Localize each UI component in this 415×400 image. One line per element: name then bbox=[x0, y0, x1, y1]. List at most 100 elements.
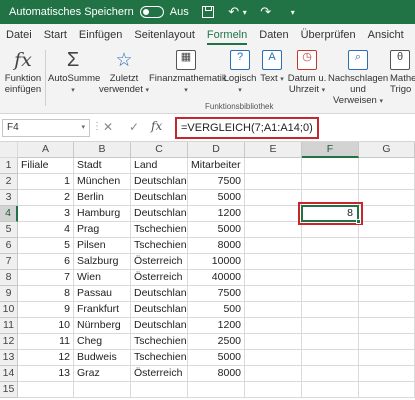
cell-c9[interactable]: Deutschland bbox=[131, 286, 188, 302]
cell-c7[interactable]: Österreich bbox=[131, 254, 188, 270]
redo-icon[interactable]: ↷ bbox=[259, 5, 273, 19]
enter-icon[interactable]: ✓ bbox=[129, 120, 139, 134]
row-header-14[interactable]: 14 bbox=[0, 366, 18, 382]
cell-f12[interactable] bbox=[302, 334, 359, 350]
column-header-b[interactable]: B bbox=[74, 142, 131, 158]
row-header-3[interactable]: 3 bbox=[0, 190, 18, 206]
cell-c1[interactable]: Land bbox=[131, 158, 188, 174]
column-header-e[interactable]: E bbox=[245, 142, 302, 158]
cell-e1[interactable] bbox=[245, 158, 302, 174]
cell-d11[interactable]: 1200 bbox=[188, 318, 245, 334]
datetime-button[interactable]: ◷ Datum u. Uhrzeit ▾ bbox=[287, 48, 327, 96]
cell-f13[interactable] bbox=[302, 350, 359, 366]
cell-c10[interactable]: Deutschland bbox=[131, 302, 188, 318]
select-all-corner[interactable] bbox=[0, 142, 18, 158]
cell-c15[interactable] bbox=[131, 382, 188, 398]
name-box-dropdown-icon[interactable]: ▾ bbox=[81, 123, 85, 131]
row-header-4[interactable]: 4 bbox=[0, 206, 18, 222]
cell-e14[interactable] bbox=[245, 366, 302, 382]
more-icon[interactable]: ⋮ bbox=[92, 121, 102, 132]
cell-d10[interactable]: 500 bbox=[188, 302, 245, 318]
cell-a5[interactable]: 4 bbox=[18, 222, 74, 238]
row-header-15[interactable]: 15 bbox=[0, 382, 18, 398]
cell-e7[interactable] bbox=[245, 254, 302, 270]
undo-dropdown-icon[interactable]: ▾ bbox=[243, 8, 247, 17]
row-header-2[interactable]: 2 bbox=[0, 174, 18, 190]
autosum-button[interactable]: Σ AutoSumme ▾ bbox=[48, 48, 100, 96]
cell-a1[interactable]: Filiale bbox=[18, 158, 74, 174]
math-button[interactable]: θ Mathe Trigo bbox=[390, 48, 415, 95]
row-header-13[interactable]: 13 bbox=[0, 350, 18, 366]
formula-input[interactable]: =VERGLEICH(7;A1:A14;0) bbox=[175, 117, 319, 139]
cell-d3[interactable]: 5000 bbox=[188, 190, 245, 206]
cell-a10[interactable]: 9 bbox=[18, 302, 74, 318]
cell-g12[interactable] bbox=[359, 334, 415, 350]
tab-überprüfen[interactable]: Überprüfen bbox=[295, 29, 362, 46]
cell-f14[interactable] bbox=[302, 366, 359, 382]
cell-b8[interactable]: Wien bbox=[74, 270, 131, 286]
name-box[interactable]: F4 ▾ bbox=[2, 119, 90, 137]
tab-h[interactable]: H bbox=[410, 29, 415, 46]
cell-g1[interactable] bbox=[359, 158, 415, 174]
tab-einfügen[interactable]: Einfügen bbox=[73, 29, 128, 46]
cell-e3[interactable] bbox=[245, 190, 302, 206]
cell-d12[interactable]: 2500 bbox=[188, 334, 245, 350]
cell-d6[interactable]: 8000 bbox=[188, 238, 245, 254]
column-header-a[interactable]: A bbox=[18, 142, 74, 158]
cancel-icon[interactable]: ✕ bbox=[103, 120, 113, 134]
cell-e8[interactable] bbox=[245, 270, 302, 286]
cell-c6[interactable]: Tschechien bbox=[131, 238, 188, 254]
cell-e15[interactable] bbox=[245, 382, 302, 398]
text-button[interactable]: A Text ▾ bbox=[259, 48, 285, 85]
cell-c12[interactable]: Tschechien bbox=[131, 334, 188, 350]
cell-a4[interactable]: 3 bbox=[18, 206, 74, 222]
row-header-10[interactable]: 10 bbox=[0, 302, 18, 318]
cell-g11[interactable] bbox=[359, 318, 415, 334]
column-header-c[interactable]: C bbox=[131, 142, 188, 158]
cell-b12[interactable]: Cheg bbox=[74, 334, 131, 350]
cell-a7[interactable]: 6 bbox=[18, 254, 74, 270]
cell-d15[interactable] bbox=[188, 382, 245, 398]
cell-e11[interactable] bbox=[245, 318, 302, 334]
cell-g15[interactable] bbox=[359, 382, 415, 398]
insert-function-icon[interactable]: fx bbox=[151, 119, 162, 133]
row-header-6[interactable]: 6 bbox=[0, 238, 18, 254]
cell-d9[interactable]: 7500 bbox=[188, 286, 245, 302]
cell-a15[interactable] bbox=[18, 382, 74, 398]
recent-button[interactable]: ☆ Zuletzt verwendet ▾ bbox=[99, 48, 149, 96]
row-header-1[interactable]: 1 bbox=[0, 158, 18, 174]
cell-b1[interactable]: Stadt bbox=[74, 158, 131, 174]
cell-b4[interactable]: Hamburg bbox=[74, 206, 131, 222]
row-header-8[interactable]: 8 bbox=[0, 270, 18, 286]
cell-a12[interactable]: 11 bbox=[18, 334, 74, 350]
cell-b10[interactable]: Frankfurt bbox=[74, 302, 131, 318]
cell-c8[interactable]: Österreich bbox=[131, 270, 188, 286]
cell-a2[interactable]: 1 bbox=[18, 174, 74, 190]
cell-c5[interactable]: Tschechien bbox=[131, 222, 188, 238]
cell-e5[interactable] bbox=[245, 222, 302, 238]
cell-c3[interactable]: Deutschland bbox=[131, 190, 188, 206]
cell-f8[interactable] bbox=[302, 270, 359, 286]
cell-a8[interactable]: 7 bbox=[18, 270, 74, 286]
cell-e6[interactable] bbox=[245, 238, 302, 254]
undo-icon[interactable]: ↶ bbox=[227, 5, 241, 19]
cell-g13[interactable] bbox=[359, 350, 415, 366]
tab-daten[interactable]: Daten bbox=[253, 29, 294, 46]
cell-e2[interactable] bbox=[245, 174, 302, 190]
cell-b15[interactable] bbox=[74, 382, 131, 398]
cell-g9[interactable] bbox=[359, 286, 415, 302]
cell-f9[interactable] bbox=[302, 286, 359, 302]
cell-f10[interactable] bbox=[302, 302, 359, 318]
cell-g7[interactable] bbox=[359, 254, 415, 270]
row-header-9[interactable]: 9 bbox=[0, 286, 18, 302]
cell-a13[interactable]: 12 bbox=[18, 350, 74, 366]
row-header-11[interactable]: 11 bbox=[0, 318, 18, 334]
cell-d4[interactable]: 1200 bbox=[188, 206, 245, 222]
tab-start[interactable]: Start bbox=[38, 29, 73, 46]
cell-b9[interactable]: Passau bbox=[74, 286, 131, 302]
cell-f1[interactable] bbox=[302, 158, 359, 174]
cell-c2[interactable]: Deutschland bbox=[131, 174, 188, 190]
cell-g6[interactable] bbox=[359, 238, 415, 254]
cell-a11[interactable]: 10 bbox=[18, 318, 74, 334]
cell-a9[interactable]: 8 bbox=[18, 286, 74, 302]
